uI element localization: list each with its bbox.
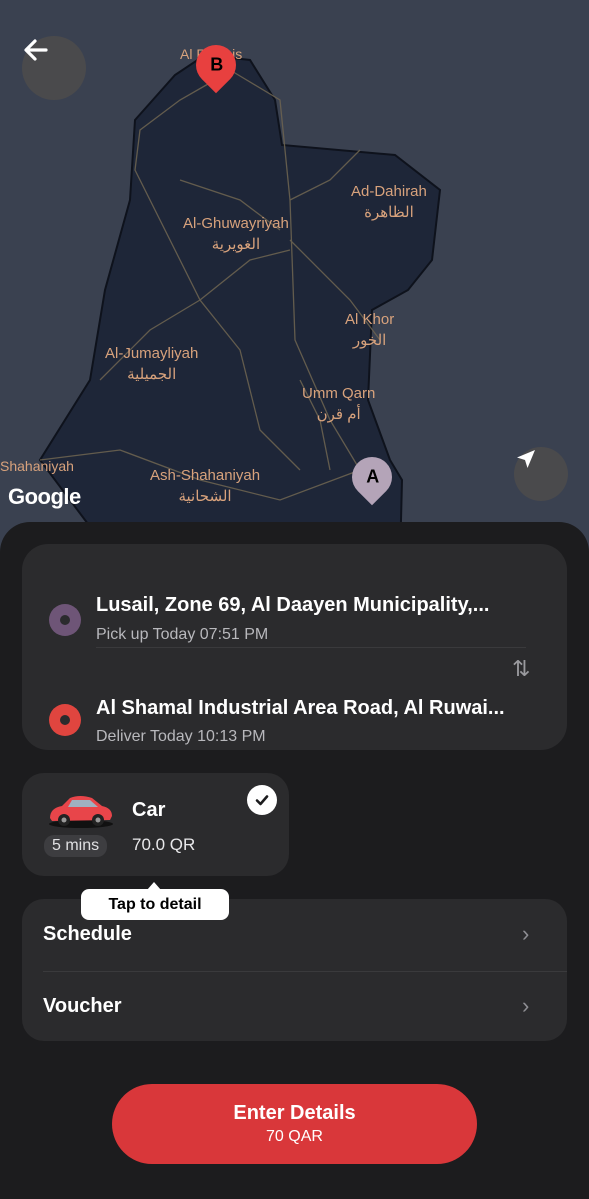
map-label-place: Al Khor الخور	[345, 311, 395, 349]
vehicle-option-car[interactable]: 5 mins Car 70.0 QR	[22, 773, 289, 876]
dropoff-address: Al Shamal Industrial Area Road, Al Ruwai…	[96, 697, 505, 719]
map-label-place: Shahaniyah	[0, 458, 74, 474]
chevron-right-icon: ›	[522, 993, 530, 1018]
swap-vertical-icon[interactable]: ⇅	[512, 656, 530, 682]
arrow-left-icon	[24, 39, 48, 61]
map-label-place: Ad-Dahirah الظاهرة	[351, 183, 427, 221]
vehicle-eta: 5 mins	[44, 835, 108, 857]
voucher-label: Voucher	[43, 995, 122, 1017]
map-label-place: Umm Qarn أم قرن	[302, 385, 376, 423]
back-button[interactable]	[22, 36, 86, 100]
map-label-place: Ash-Shahaniyah الشحانية	[150, 467, 261, 505]
car-icon	[49, 796, 113, 828]
map-label-place: Al-Ghuwayriyah الغويرية	[183, 215, 289, 253]
chevron-right-icon: ›	[522, 921, 530, 946]
enter-details-label: Enter Details	[233, 1102, 356, 1124]
map-canvas	[38, 53, 442, 560]
voucher-row[interactable]: Voucher ›	[22, 971, 567, 1041]
navigation-arrow-icon	[517, 450, 535, 468]
total-amount: 70 QAR	[266, 1128, 323, 1145]
map-view[interactable]: Ad-Dahirah الظاهرة Al-Ghuwayriyah الغويرية…	[0, 0, 589, 560]
bottom-sheet: Lusail, Zone 69, Al Daayen Municipality,…	[0, 522, 589, 1199]
vehicle-price: 70.0 QR	[132, 835, 196, 854]
my-location-button[interactable]	[514, 447, 568, 501]
check-icon	[247, 785, 277, 815]
dropoff-dot-icon	[49, 704, 81, 736]
pickup-dot-icon	[49, 604, 81, 636]
pickup-time: Pick up Today 07:51 PM	[96, 626, 269, 643]
route-card: Lusail, Zone 69, Al Daayen Municipality,…	[22, 544, 567, 750]
dropoff-time: Deliver Today 10:13 PM	[96, 728, 266, 745]
schedule-label: Schedule	[43, 923, 132, 945]
map-label-place: Al-Jumayliyah الجميلية	[105, 345, 199, 383]
enter-details-button[interactable]: Enter Details 70 QAR	[112, 1084, 477, 1164]
vehicle-name: Car	[132, 799, 166, 821]
route-divider	[96, 647, 526, 648]
tap-to-detail-tooltip[interactable]: Tap to detail	[81, 882, 229, 920]
google-logo: Google	[8, 484, 81, 509]
pickup-address: Lusail, Zone 69, Al Daayen Municipality,…	[96, 594, 490, 616]
options-card: Schedule › Voucher ›	[22, 899, 567, 1041]
